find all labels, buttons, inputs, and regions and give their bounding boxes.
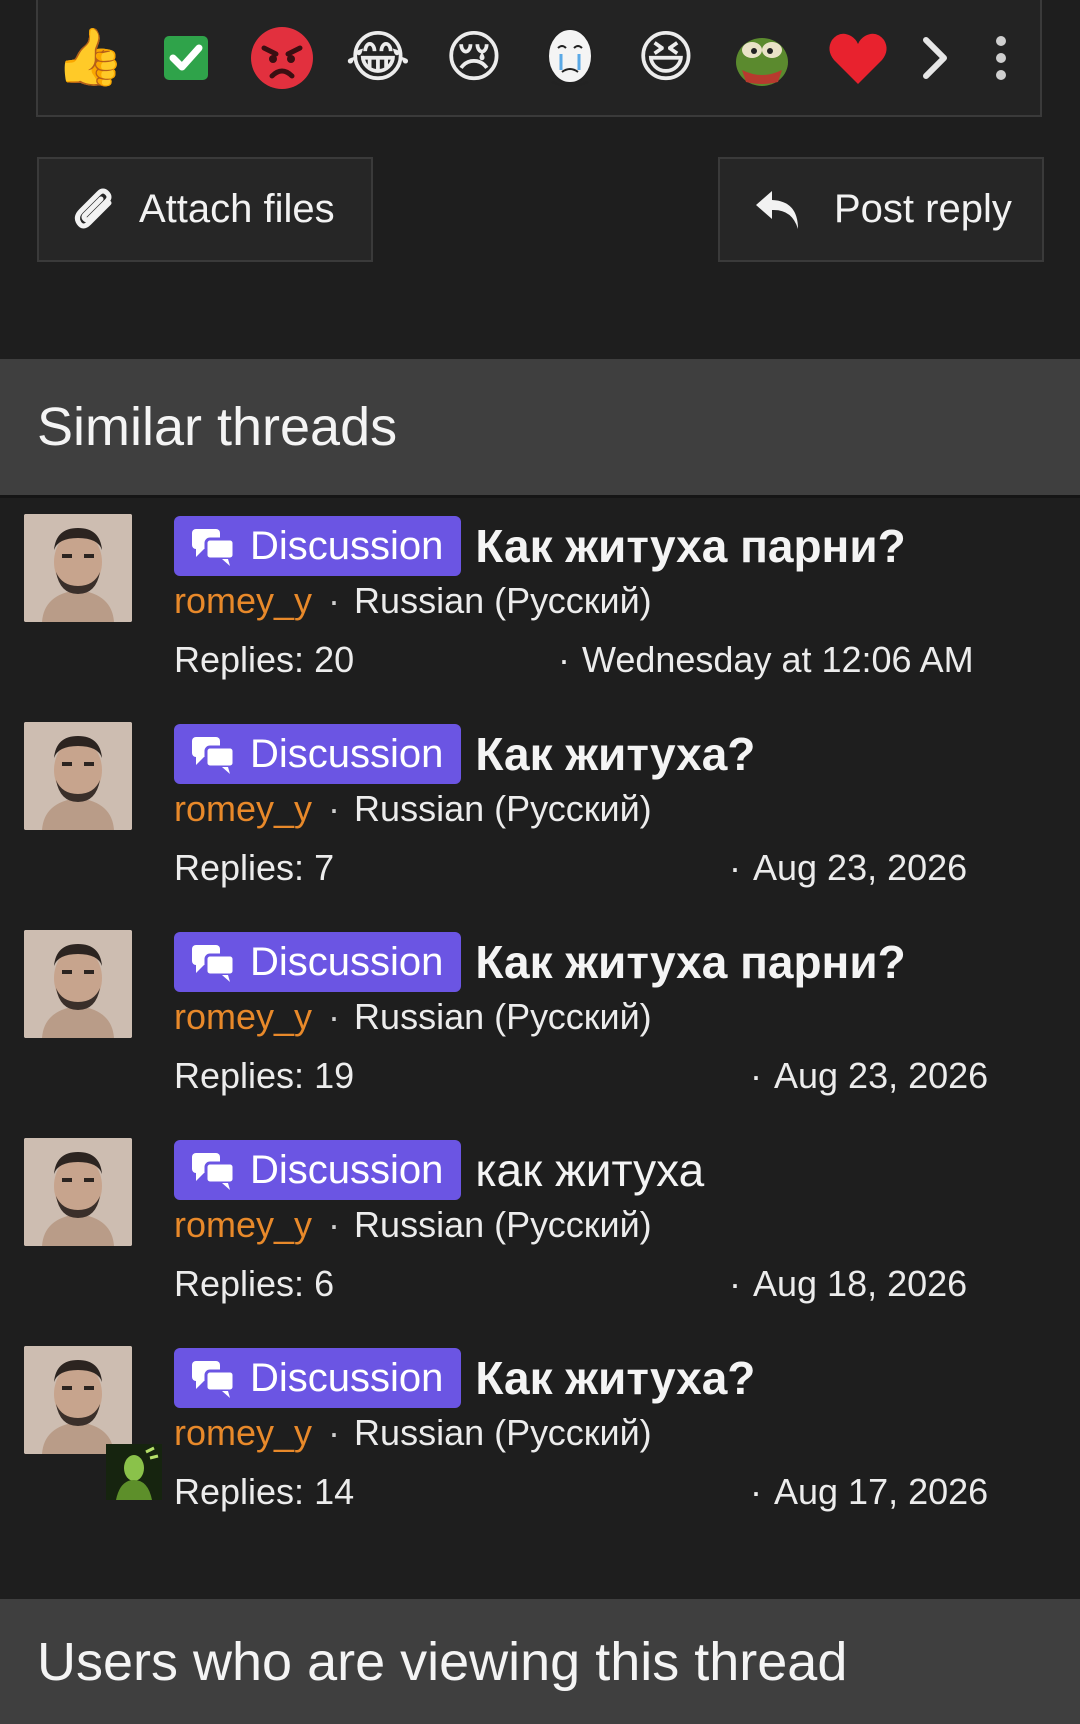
reply-count: Replies: 7	[174, 847, 335, 888]
crying-wojak-icon[interactable]	[536, 24, 604, 92]
separator-dot: ·	[328, 996, 341, 1037]
avatar[interactable]	[24, 514, 132, 622]
forum-link[interactable]: Russian (Русский)	[354, 996, 652, 1037]
chat-bubbles-icon	[192, 945, 236, 982]
avatar[interactable]	[24, 1346, 132, 1454]
avatar[interactable]	[24, 930, 132, 1038]
users-viewing-heading: Users who are viewing this thread	[37, 1631, 848, 1692]
separator-dot: ·	[750, 1471, 762, 1512]
reply-count: Replies: 20	[174, 639, 355, 680]
thread-title[interactable]: Как житуха парни?	[475, 519, 905, 573]
author-link[interactable]: romey_y	[174, 1204, 312, 1245]
similar-threads-heading: Similar threads	[37, 397, 398, 457]
separator-dot: ·	[558, 639, 570, 680]
reply-arrow-icon	[756, 190, 798, 229]
forum-link[interactable]: Russian (Русский)	[354, 788, 652, 829]
attach-files-label: Attach files	[139, 187, 335, 231]
prefix-label: Discussion	[250, 731, 444, 776]
grinning-squint-glyph: 😆	[636, 24, 696, 90]
separator-dot: ·	[750, 1055, 762, 1096]
more-options-icon[interactable]	[996, 35, 1006, 80]
crying-laughing-glyph: 😂	[345, 24, 411, 90]
thumbs-up-glyph: 👍	[55, 24, 125, 90]
date-text[interactable]: Wednesday at 12:06 AM	[582, 639, 974, 680]
last-poster-avatar[interactable]	[106, 1444, 162, 1500]
sad-tear-face-icon[interactable]: 😢	[440, 24, 508, 92]
author-link[interactable]: romey_y	[174, 788, 312, 829]
thread-date: · Aug 17, 2026	[750, 1471, 988, 1513]
grinning-squint-icon[interactable]: 😆	[632, 24, 700, 92]
post-reply-button[interactable]: Post reply	[718, 157, 1044, 262]
date-text[interactable]: Aug 23, 2026	[774, 1055, 988, 1096]
separator-dot: ·	[729, 847, 741, 888]
check-mark-icon[interactable]	[152, 24, 220, 92]
forum-link[interactable]: Russian (Русский)	[354, 1412, 652, 1453]
separator-dot: ·	[328, 788, 341, 829]
heart-icon[interactable]	[824, 24, 892, 92]
discussion-prefix-badge[interactable]: Discussion	[174, 1140, 462, 1200]
thread-item[interactable]: Discussion как житуха romey_y · Russian (Р…	[0, 1120, 1080, 1328]
thread-title[interactable]: Как житуха парни?	[475, 935, 905, 989]
avatar[interactable]	[24, 722, 132, 830]
forum-link[interactable]: Russian (Русский)	[354, 1204, 652, 1245]
reply-count: Replies: 14	[174, 1471, 355, 1512]
prefix-label: Discussion	[250, 1355, 444, 1400]
prefix-label: Discussion	[250, 939, 444, 984]
discussion-prefix-badge[interactable]: Discussion	[174, 1348, 462, 1408]
post-reply-label: Post reply	[834, 187, 1012, 231]
chat-bubbles-icon	[192, 737, 236, 774]
forum-link[interactable]: Russian (Русский)	[354, 580, 652, 621]
discussion-prefix-badge[interactable]: Discussion	[174, 932, 462, 992]
prefix-label: Discussion	[250, 1147, 444, 1192]
separator-dot: ·	[328, 1412, 341, 1453]
chat-bubbles-icon	[192, 529, 236, 566]
author-link[interactable]: romey_y	[174, 580, 312, 621]
thread-date: · Aug 23, 2026	[729, 847, 967, 889]
separator-dot: ·	[328, 1204, 341, 1245]
sad-tear-glyph: 😢	[444, 24, 504, 90]
thread-item[interactable]: Discussion Как житуха? romey_y · Russian (…	[0, 1328, 1080, 1536]
thread-item[interactable]: Discussion Как житуха парни? romey_y · Rus…	[0, 912, 1080, 1120]
date-text[interactable]: Aug 18, 2026	[753, 1263, 967, 1304]
thumbs-up-icon[interactable]: 👍	[55, 24, 125, 92]
users-viewing-header: Users who are viewing this thread	[0, 1599, 1080, 1724]
thread-title[interactable]: Как житуха?	[475, 727, 755, 781]
angry-pepe-icon[interactable]	[728, 24, 796, 92]
thread-item[interactable]: Discussion Как житуха? romey_y · Russian (…	[0, 704, 1080, 912]
date-text[interactable]: Aug 17, 2026	[774, 1471, 988, 1512]
thread-title[interactable]: Как житуха?	[475, 1351, 755, 1405]
thread-title[interactable]: как житуха	[475, 1143, 704, 1197]
attach-files-button[interactable]: Attach files	[37, 157, 373, 262]
avatar[interactable]	[24, 1138, 132, 1246]
thread-date: · Aug 23, 2026	[750, 1055, 988, 1097]
author-link[interactable]: romey_y	[174, 996, 312, 1037]
thread-item[interactable]: Discussion Как житуха парни? romey_y · Rus…	[0, 496, 1080, 704]
separator-dot: ·	[729, 1263, 741, 1304]
chevron-right-icon[interactable]	[916, 28, 956, 88]
reaction-bar: 👍 😂 😢 😆	[36, 0, 1042, 117]
angry-face-icon[interactable]	[248, 24, 316, 92]
thread-date: · Aug 18, 2026	[729, 1263, 967, 1305]
thread-date: · Wednesday at 12:06 AM	[558, 639, 974, 681]
chat-bubbles-icon	[192, 1153, 236, 1190]
prefix-label: Discussion	[250, 523, 444, 568]
paperclip-icon	[74, 188, 112, 228]
crying-laughing-icon[interactable]: 😂	[344, 24, 412, 92]
separator-dot: ·	[328, 580, 341, 621]
similar-threads-header: Similar threads	[0, 359, 1080, 495]
reply-count: Replies: 19	[174, 1055, 355, 1096]
date-text[interactable]: Aug 23, 2026	[753, 847, 967, 888]
chat-bubbles-icon	[192, 1361, 236, 1398]
discussion-prefix-badge[interactable]: Discussion	[174, 724, 462, 784]
discussion-prefix-badge[interactable]: Discussion	[174, 516, 462, 576]
reply-count: Replies: 6	[174, 1263, 335, 1304]
author-link[interactable]: romey_y	[174, 1412, 312, 1453]
